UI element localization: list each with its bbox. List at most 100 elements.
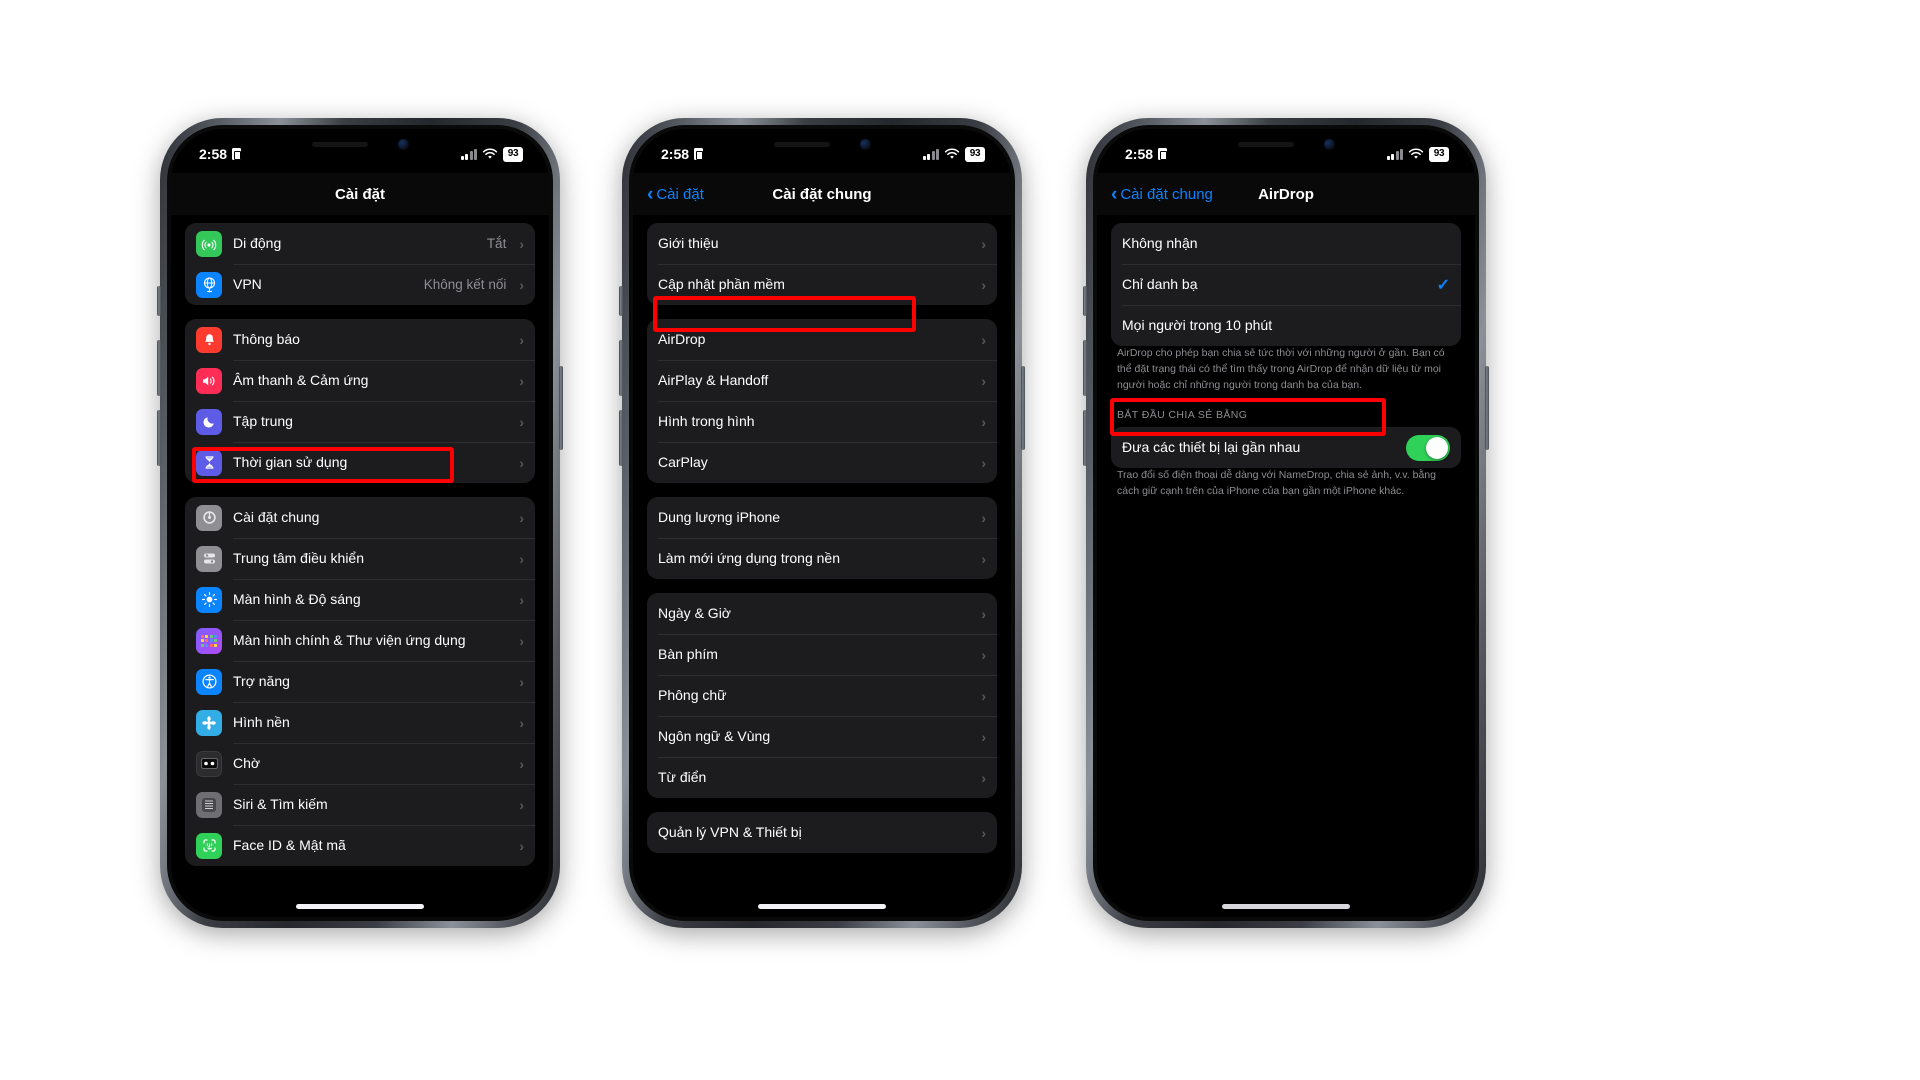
phone-mockup-general: 2:58 93 ‹ Cài đặt Cài đặt chung Giới thi… bbox=[619, 118, 1025, 928]
row-label: Chỉ danh bạ bbox=[1122, 275, 1198, 292]
sidebar-item-siri-search[interactable]: Siri & Tìm kiếm › bbox=[185, 784, 535, 825]
chevron-right-icon: › bbox=[519, 550, 524, 567]
row-label: Hình trong hình bbox=[658, 412, 755, 429]
phone1-settings-list[interactable]: Di động Tắt › VPN Không kết nối › Thông … bbox=[171, 215, 549, 917]
option-everyone-10-minutes[interactable]: Mọi người trong 10 phút bbox=[1111, 305, 1461, 346]
list-item-software-update[interactable]: Cập nhật phần mềm › bbox=[647, 264, 997, 305]
chevron-right-icon: › bbox=[981, 372, 986, 389]
option-receiving-off[interactable]: Không nhận bbox=[1111, 223, 1461, 264]
row-label: Dung lượng iPhone bbox=[658, 508, 781, 525]
group-about: Giới thiệu › Cập nhật phần mềm › bbox=[647, 223, 997, 305]
wallpaper-icon bbox=[196, 709, 222, 736]
list-item-date-time[interactable]: Ngày & Giờ › bbox=[647, 593, 997, 634]
battery-percentage: 93 bbox=[1429, 146, 1449, 162]
section-header-start-sharing: BẮT ĐẦU CHIA SẺ BẰNG bbox=[1117, 409, 1248, 422]
phone-bezel: 2:58 93 Cài đặt Di động Tắt › VPN Không … bbox=[167, 125, 553, 921]
sidebar-item-vpn[interactable]: VPN Không kết nối › bbox=[185, 264, 535, 305]
row-value: Tắt bbox=[486, 236, 507, 251]
phone2-screen: 2:58 93 ‹ Cài đặt Cài đặt chung Giới thi… bbox=[633, 129, 1011, 917]
row-label: CarPlay bbox=[658, 453, 708, 470]
row-label: Tập trung bbox=[233, 412, 293, 429]
wifi-icon bbox=[1408, 148, 1424, 160]
battery-percentage: 93 bbox=[503, 146, 523, 162]
status-bar: 2:58 93 bbox=[633, 129, 1011, 173]
chevron-right-icon: › bbox=[981, 687, 986, 704]
chevron-right-icon: › bbox=[981, 454, 986, 471]
siri-search-icon bbox=[196, 791, 222, 818]
sidebar-item-control-center[interactable]: Trung tâm điều khiển › bbox=[185, 538, 535, 579]
sidebar-item-sounds-haptics[interactable]: Âm thanh & Cảm ứng › bbox=[185, 360, 535, 401]
back-button[interactable]: ‹ Cài đặt chung bbox=[1097, 185, 1213, 204]
power-button[interactable] bbox=[1485, 366, 1489, 450]
sidebar-item-accessibility[interactable]: Trợ năng › bbox=[185, 661, 535, 702]
cellular-signal-icon bbox=[922, 148, 939, 160]
sidebar-item-focus[interactable]: Tập trung › bbox=[185, 401, 535, 442]
chevron-right-icon: › bbox=[981, 605, 986, 622]
sidebar-item-home-screen[interactable]: Màn hình chính & Thư viện ứng dụng › bbox=[185, 620, 535, 661]
list-item-picture-in-picture[interactable]: Hình trong hình › bbox=[647, 401, 997, 442]
row-label: Thời gian sử dụng bbox=[233, 453, 348, 470]
chevron-right-icon: › bbox=[519, 276, 524, 293]
status-bar-right: 93 bbox=[460, 141, 523, 162]
power-button[interactable] bbox=[559, 366, 563, 450]
sidebar-item-notifications[interactable]: Thông báo › bbox=[185, 319, 535, 360]
phone3-airdrop-list[interactable]: Không nhận Chỉ danh bạ ✓ Mọi người trong… bbox=[1097, 215, 1475, 917]
sidebar-item-wallpaper[interactable]: Hình nền › bbox=[185, 702, 535, 743]
row-label: Ngày & Giờ bbox=[658, 604, 731, 621]
bring-devices-together-toggle[interactable] bbox=[1406, 434, 1450, 461]
mute-switch[interactable] bbox=[619, 286, 623, 316]
chevron-right-icon: › bbox=[981, 509, 986, 526]
row-label: Quản lý VPN & Thiết bị bbox=[658, 823, 802, 840]
row-label: Trung tâm điều khiển bbox=[233, 549, 364, 566]
list-item-iphone-storage[interactable]: Dung lượng iPhone › bbox=[647, 497, 997, 538]
chevron-right-icon: › bbox=[981, 824, 986, 841]
notifications-bell-icon bbox=[196, 326, 222, 353]
chevron-right-icon: › bbox=[519, 714, 524, 731]
face-id-icon bbox=[196, 832, 222, 859]
mute-switch[interactable] bbox=[1083, 286, 1087, 316]
back-label: Cài đặt bbox=[656, 185, 704, 203]
list-item-language-region[interactable]: Ngôn ngữ & Vùng › bbox=[647, 716, 997, 757]
chevron-right-icon: › bbox=[519, 331, 524, 348]
list-item-keyboard[interactable]: Bàn phím › bbox=[647, 634, 997, 675]
list-item-vpn-device-management[interactable]: Quản lý VPN & Thiết bị › bbox=[647, 812, 997, 853]
sidebar-item-screen-time[interactable]: Thời gian sử dụng › bbox=[185, 442, 535, 483]
sidebar-item-cellular[interactable]: Di động Tắt › bbox=[185, 223, 535, 264]
back-button[interactable]: ‹ Cài đặt bbox=[633, 185, 704, 204]
row-label: Đưa các thiết bị lại gần nhau bbox=[1122, 439, 1301, 455]
list-item-fonts[interactable]: Phông chữ › bbox=[647, 675, 997, 716]
group-vpn-device-management: Quản lý VPN & Thiết bị › bbox=[647, 812, 997, 853]
row-bring-devices-together[interactable]: Đưa các thiết bị lại gần nhau bbox=[1111, 427, 1461, 468]
battery-percentage: 93 bbox=[965, 146, 985, 162]
volume-up-button[interactable] bbox=[1083, 340, 1087, 396]
row-label: Trợ năng bbox=[233, 672, 290, 689]
sidebar-item-standby[interactable]: Chờ › bbox=[185, 743, 535, 784]
cellular-icon bbox=[196, 230, 222, 257]
list-item-carplay[interactable]: CarPlay › bbox=[647, 442, 997, 483]
power-button[interactable] bbox=[1021, 366, 1025, 450]
sidebar-item-face-id[interactable]: Face ID & Mật mã › bbox=[185, 825, 535, 866]
chevron-right-icon: › bbox=[519, 837, 524, 854]
volume-down-button[interactable] bbox=[1083, 410, 1087, 466]
mute-switch[interactable] bbox=[157, 286, 161, 316]
sidebar-item-display-brightness[interactable]: Màn hình & Độ sáng › bbox=[185, 579, 535, 620]
accessibility-icon bbox=[196, 668, 222, 695]
lock-portrait-icon bbox=[232, 148, 242, 160]
page-title: Cài đặt bbox=[334, 185, 385, 203]
option-contacts-only[interactable]: Chỉ danh bạ ✓ bbox=[1111, 264, 1461, 305]
chevron-right-icon: › bbox=[519, 673, 524, 690]
volume-up-button[interactable] bbox=[157, 340, 161, 396]
volume-down-button[interactable] bbox=[619, 410, 623, 466]
phone-bezel: 2:58 93 ‹ Cài đặt Cài đặt chung Giới thi… bbox=[629, 125, 1015, 921]
list-item-airplay-handoff[interactable]: AirPlay & Handoff › bbox=[647, 360, 997, 401]
list-item-background-app-refresh[interactable]: Làm mới ứng dụng trong nền › bbox=[647, 538, 997, 579]
list-item-airdrop[interactable]: AirDrop › bbox=[647, 319, 997, 360]
chevron-right-icon: › bbox=[519, 591, 524, 608]
phone2-general-list[interactable]: Giới thiệu › Cập nhật phần mềm › AirDrop… bbox=[633, 215, 1011, 917]
volume-up-button[interactable] bbox=[619, 340, 623, 396]
row-label: Chờ bbox=[233, 754, 261, 771]
volume-down-button[interactable] bbox=[157, 410, 161, 466]
list-item-about[interactable]: Giới thiệu › bbox=[647, 223, 997, 264]
list-item-dictionary[interactable]: Từ điển › bbox=[647, 757, 997, 798]
sidebar-item-general[interactable]: Cài đặt chung › bbox=[185, 497, 535, 538]
